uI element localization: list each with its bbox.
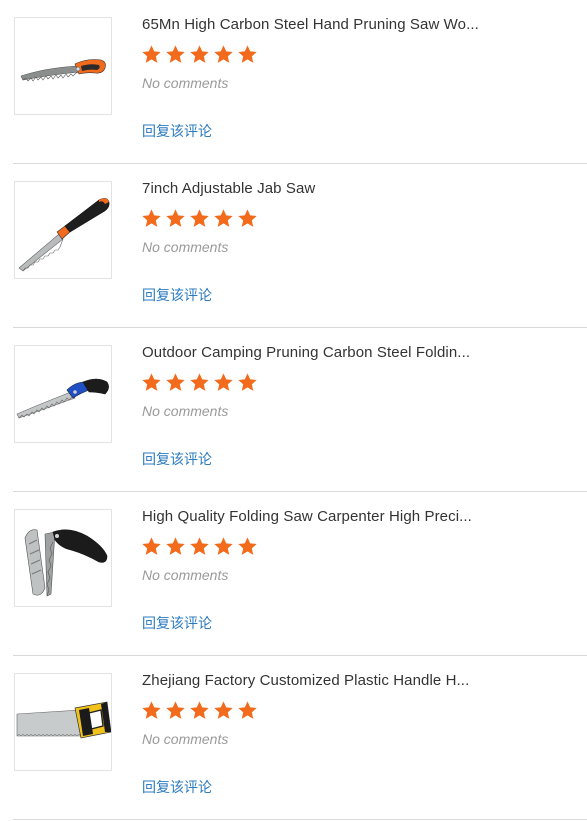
review-list: 65Mn High Carbon Steel Hand Pruning Saw … xyxy=(0,0,587,820)
star-icon xyxy=(214,373,233,391)
star-icon xyxy=(166,537,185,555)
product-thumbnail[interactable] xyxy=(14,673,112,771)
product-thumbnail[interactable] xyxy=(14,181,112,279)
star-icon xyxy=(166,209,185,227)
star-icon xyxy=(190,537,209,555)
star-icon xyxy=(238,45,257,63)
star-icon xyxy=(166,701,185,719)
product-thumbnail[interactable] xyxy=(14,345,112,443)
star-rating xyxy=(141,208,258,230)
star-icon xyxy=(142,209,161,227)
star-icon xyxy=(190,701,209,719)
star-icon xyxy=(214,209,233,227)
product-title[interactable]: High Quality Folding Saw Carpenter High … xyxy=(142,508,487,525)
star-icon xyxy=(238,373,257,391)
comments-status: No comments xyxy=(142,403,229,419)
star-icon xyxy=(214,701,233,719)
comments-status: No comments xyxy=(142,567,229,583)
star-icon xyxy=(238,701,257,719)
hand-saw-image xyxy=(16,701,111,739)
product-thumbnail[interactable] xyxy=(14,17,112,115)
reply-link[interactable]: 回复该评论 xyxy=(142,777,212,797)
star-icon xyxy=(190,209,209,227)
comments-status: No comments xyxy=(142,239,229,255)
star-icon xyxy=(142,373,161,391)
jab-saw-image xyxy=(18,198,110,272)
comments-status: No comments xyxy=(142,731,229,747)
star-icon xyxy=(214,537,233,555)
folding-saw-image xyxy=(24,529,108,597)
star-icon xyxy=(238,537,257,555)
pruning-saw-image xyxy=(20,59,106,82)
list-item: Zhejiang Factory Customized Plastic Hand… xyxy=(13,656,587,820)
reply-link[interactable]: 回复该评论 xyxy=(142,121,212,141)
reply-link[interactable]: 回复该评论 xyxy=(142,613,212,633)
list-item: Outdoor Camping Pruning Carbon Steel Fol… xyxy=(13,328,587,492)
star-icon xyxy=(166,373,185,391)
star-icon xyxy=(142,45,161,63)
star-icon xyxy=(190,373,209,391)
camping-saw-image xyxy=(16,378,109,419)
list-item: 7inch Adjustable Jab Saw No comments 回复该… xyxy=(13,164,587,328)
comments-status: No comments xyxy=(142,75,229,91)
product-title[interactable]: Zhejiang Factory Customized Plastic Hand… xyxy=(142,672,487,689)
product-title[interactable]: 7inch Adjustable Jab Saw xyxy=(142,180,487,197)
star-rating xyxy=(141,700,258,722)
product-title[interactable]: 65Mn High Carbon Steel Hand Pruning Saw … xyxy=(142,16,487,33)
reply-link[interactable]: 回复该评论 xyxy=(142,449,212,469)
star-rating xyxy=(141,44,258,66)
reply-link[interactable]: 回复该评论 xyxy=(142,285,212,305)
star-icon xyxy=(238,209,257,227)
list-item: High Quality Folding Saw Carpenter High … xyxy=(13,492,587,656)
star-icon xyxy=(166,45,185,63)
star-icon xyxy=(190,45,209,63)
star-rating xyxy=(141,372,258,394)
product-title[interactable]: Outdoor Camping Pruning Carbon Steel Fol… xyxy=(142,344,487,361)
star-rating xyxy=(141,536,258,558)
star-icon xyxy=(214,45,233,63)
star-icon xyxy=(142,537,161,555)
list-item: 65Mn High Carbon Steel Hand Pruning Saw … xyxy=(13,0,587,164)
product-thumbnail[interactable] xyxy=(14,509,112,607)
star-icon xyxy=(142,701,161,719)
